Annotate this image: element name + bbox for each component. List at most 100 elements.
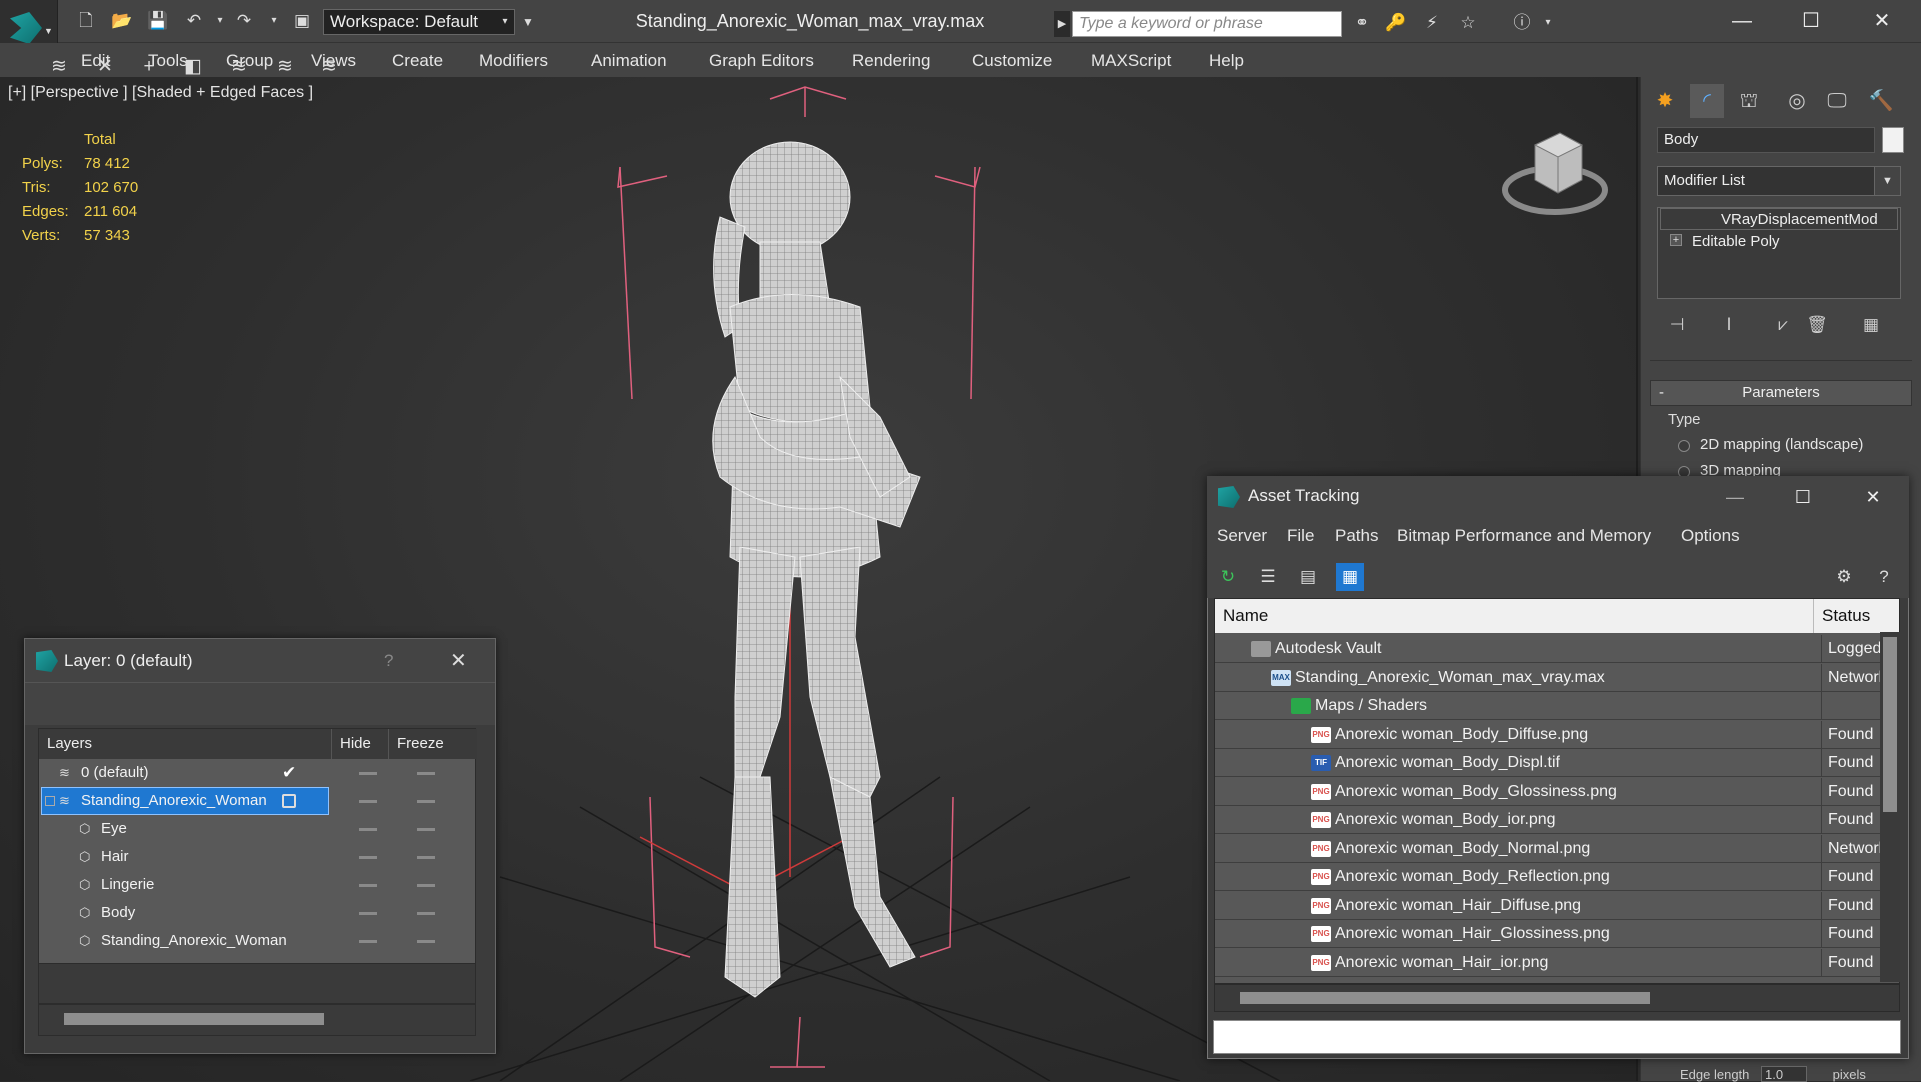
edge-length-field[interactable]: 1.0 xyxy=(1761,1066,1808,1082)
asset-row[interactable]: PNG Anorexic woman_Body_ior.png Found xyxy=(1215,806,1881,834)
close-icon[interactable]: ✕ xyxy=(1857,4,1907,38)
freeze-toggle[interactable] xyxy=(417,772,435,775)
object-color-swatch[interactable] xyxy=(1882,127,1904,153)
menu-maxscript[interactable]: MAXScript xyxy=(1091,50,1171,72)
menu-create[interactable]: Create xyxy=(392,50,443,72)
refresh-icon[interactable]: ↻ xyxy=(1214,563,1242,591)
list-view-icon[interactable]: ☰ xyxy=(1254,563,1282,591)
asset-row[interactable]: PNG Anorexic woman_Body_Normal.png Network xyxy=(1215,834,1881,863)
asset-menu-file[interactable]: File xyxy=(1287,525,1314,547)
stack-item-editable-poly[interactable]: Editable Poly xyxy=(1660,231,1898,253)
viewport-label[interactable]: [+] [Perspective ] [Shaded + Edged Faces… xyxy=(8,84,313,102)
close-icon[interactable]: ✕ xyxy=(1848,480,1898,514)
project-folder-icon[interactable]: ▣ xyxy=(290,10,314,32)
asset-row[interactable]: Maps / Shaders xyxy=(1215,692,1881,720)
make-unique-icon[interactable]: ⩗ xyxy=(1768,312,1798,338)
hide-toggle[interactable] xyxy=(359,828,377,831)
configure-modifier-sets-icon[interactable]: ▦ xyxy=(1856,312,1886,338)
freeze-toggle[interactable] xyxy=(417,856,435,859)
rollout-collapse-toggle[interactable]: - xyxy=(1659,381,1664,405)
horizontal-scrollbar-thumb[interactable] xyxy=(64,1013,324,1025)
display-tab-icon[interactable]: 🖵 xyxy=(1820,84,1854,118)
minimize-icon[interactable]: — xyxy=(1710,480,1760,514)
redo-icon[interactable]: ↷ xyxy=(232,10,256,32)
pin-stack-icon[interactable]: ⊣ xyxy=(1662,312,1692,338)
help-icon[interactable]: ⓘ xyxy=(1510,12,1534,34)
search-expand-icon[interactable]: ▶ xyxy=(1054,11,1070,37)
set-current-layer-icon[interactable] xyxy=(282,794,296,808)
layer-row[interactable]: ≋ 0 (default) ✔ xyxy=(39,759,477,787)
column-header-layers[interactable]: Layers xyxy=(39,729,332,759)
freeze-toggle[interactable] xyxy=(417,800,435,803)
show-end-result-icon[interactable]: Ⅰ xyxy=(1714,312,1744,338)
column-header-hide[interactable]: Hide xyxy=(332,729,389,759)
add-to-layer-icon[interactable]: + xyxy=(136,54,162,80)
hide-toggle[interactable] xyxy=(359,940,377,943)
asset-row[interactable]: PNG Anorexic woman_Body_Glossiness.png Fou… xyxy=(1215,777,1881,806)
modify-tab-icon[interactable]: ◜ xyxy=(1690,84,1724,118)
help-icon[interactable]: ? xyxy=(1870,563,1898,591)
hide-toggle[interactable] xyxy=(359,884,377,887)
asset-row[interactable]: TIF Anorexic woman_Body_Displ.tif Found xyxy=(1215,749,1881,777)
thumbnail-view-icon[interactable]: ▤ xyxy=(1294,563,1322,591)
workspace-dropdown[interactable]: Workspace: Default xyxy=(323,9,515,35)
radio-2d-mapping[interactable] xyxy=(1678,440,1690,452)
menu-graph-editors[interactable]: Graph Editors xyxy=(709,50,814,72)
binoculars-icon[interactable]: ⚭ xyxy=(1350,12,1374,34)
save-icon[interactable]: 💾 xyxy=(146,10,170,32)
object-name-field[interactable]: Body xyxy=(1657,127,1875,153)
hierarchy-tab-icon[interactable]: ⛫ xyxy=(1732,84,1766,118)
asset-row[interactable]: MAX Standing_Anorexic_Woman_max_vray.max N… xyxy=(1215,663,1881,692)
close-icon[interactable]: ✕ xyxy=(450,648,467,673)
asset-row[interactable]: Autodesk Vault Logged xyxy=(1215,635,1881,663)
create-tab-icon[interactable]: ✸ xyxy=(1648,84,1682,118)
highlight-selected-layer-icon[interactable]: ≋ xyxy=(226,54,252,80)
column-header-status[interactable]: Status xyxy=(1814,599,1899,633)
utilities-tab-icon[interactable]: 🔨 xyxy=(1864,84,1898,118)
menu-customize[interactable]: Customize xyxy=(972,50,1052,72)
redo-dropdown-icon[interactable]: ▾ xyxy=(262,10,286,32)
current-layer-check-icon[interactable]: ✔ xyxy=(282,759,296,787)
menu-animation[interactable]: Animation xyxy=(591,50,667,72)
menu-rendering[interactable]: Rendering xyxy=(852,50,930,72)
hide-toggle[interactable] xyxy=(359,912,377,915)
freeze-toggle[interactable] xyxy=(417,884,435,887)
undo-icon[interactable]: ↶ xyxy=(182,10,206,32)
undo-dropdown-icon[interactable]: ▾ xyxy=(208,10,232,32)
key-icon[interactable]: 🔑 xyxy=(1384,12,1408,34)
parameters-rollout-header[interactable]: - Parameters xyxy=(1650,380,1912,406)
asset-menu-server[interactable]: Server xyxy=(1217,525,1267,547)
layer-dialog-help-icon[interactable]: ? xyxy=(384,651,393,671)
communication-center-icon[interactable]: ⚡ xyxy=(1420,12,1444,34)
object-row[interactable]: ⬡ Standing_Anorexic_Woman xyxy=(39,927,477,955)
favorites-star-icon[interactable]: ☆ xyxy=(1456,12,1480,34)
motion-tab-icon[interactable]: ◎ xyxy=(1780,84,1814,118)
object-row[interactable]: ⬡ Lingerie xyxy=(39,871,477,899)
minimize-icon[interactable]: — xyxy=(1717,4,1767,38)
new-file-icon[interactable]: 🗋 xyxy=(74,10,98,32)
create-new-layer-icon[interactable]: ≋ xyxy=(46,54,72,80)
asset-row[interactable]: PNG Anorexic woman_Hair_Diffuse.png Found xyxy=(1215,891,1881,920)
open-file-icon[interactable]: 📂 xyxy=(110,10,134,32)
hide-toggle[interactable] xyxy=(359,772,377,775)
horizontal-scrollbar-thumb[interactable] xyxy=(1240,992,1650,1004)
remove-modifier-icon[interactable]: 🗑 xyxy=(1802,312,1832,338)
freeze-all-layers-icon[interactable]: ≋ xyxy=(316,54,342,80)
object-row[interactable]: ⬡ Hair xyxy=(39,843,477,871)
object-row[interactable]: ⬡ Body xyxy=(39,899,477,927)
modifier-list-dropdown[interactable]: Modifier List xyxy=(1657,166,1901,196)
help-dropdown-icon[interactable]: ▾ xyxy=(1536,12,1560,34)
collapse-minus-icon[interactable] xyxy=(45,796,55,806)
asset-row[interactable]: PNG Anorexic woman_Hair_Glossiness.png Fou… xyxy=(1215,920,1881,948)
maximize-icon[interactable]: ☐ xyxy=(1786,4,1836,38)
search-input[interactable]: Type a keyword or phrase xyxy=(1072,11,1342,37)
asset-row[interactable]: PNG Anorexic woman_Hair_ior.png Found xyxy=(1215,948,1881,977)
asset-row[interactable]: PNG Anorexic woman_Body_Diffuse.png Found xyxy=(1215,720,1881,749)
maximize-icon[interactable]: ☐ xyxy=(1778,480,1828,514)
hide-toggle[interactable] xyxy=(359,800,377,803)
column-header-name[interactable]: Name xyxy=(1215,599,1814,633)
asset-menu-bitmap-performance[interactable]: Bitmap Performance and Memory xyxy=(1397,525,1651,547)
hide-all-layers-icon[interactable]: ≋ xyxy=(272,54,298,80)
server-status-icon[interactable]: ⚙ xyxy=(1830,563,1858,591)
table-view-icon[interactable]: ▦ xyxy=(1336,563,1364,591)
